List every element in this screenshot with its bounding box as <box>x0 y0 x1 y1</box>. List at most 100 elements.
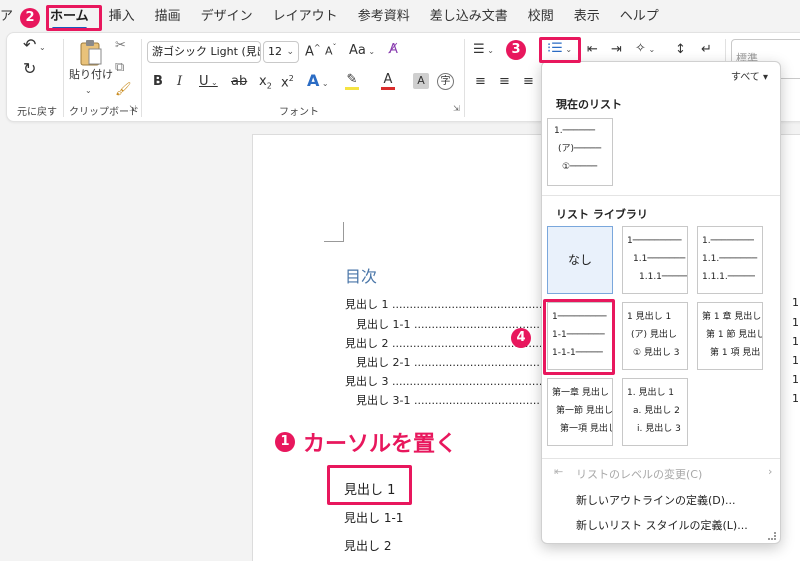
tab-review[interactable]: 校閲 <box>518 0 564 34</box>
font-size-value: 12 <box>268 45 282 58</box>
list-style-none-tile[interactable]: なし <box>547 226 613 294</box>
step-badge-1: 1 <box>275 432 295 452</box>
paste-label[interactable]: 貼り付け <box>69 69 113 80</box>
toc-entry[interactable]: 見出し 3 ..................................… <box>345 373 545 389</box>
redo-icon[interactable]: ↻ <box>23 61 36 77</box>
tile-text: 1 見出し 1 <box>627 312 672 322</box>
align-center-icon[interactable]: ≡ <box>499 75 510 88</box>
toc-entry-label: 見出し 1-1 <box>356 318 411 331</box>
tab-layout[interactable]: レイアウト <box>263 0 348 34</box>
undo-icon[interactable]: ↶ ⌄ <box>23 37 46 53</box>
tab-help[interactable]: ヘルプ <box>610 0 669 34</box>
toc-leader-dots: ........................................… <box>413 394 545 407</box>
change-level-icon: ⇤ <box>554 465 564 478</box>
increase-indent-icon[interactable]: ⇥ <box>611 43 622 56</box>
paste-chevron-icon[interactable]: ⌄ <box>85 83 92 96</box>
font-name-select[interactable]: 游ゴシック Light (見出し⌄ <box>147 41 261 63</box>
font-size-select[interactable]: 12 ⌄ <box>263 41 299 63</box>
enclose-char-icon[interactable]: 字 <box>437 73 454 90</box>
change-list-level-item[interactable]: リストのレベルの変更(C) <box>576 466 702 482</box>
list-style-tile[interactable]: 1.──────── 1.1.─────── 1.1.1.───── <box>697 226 763 294</box>
italic-icon[interactable]: I <box>177 75 182 88</box>
tab-references[interactable]: 参考資料 <box>348 0 420 34</box>
format-painter-icon[interactable]: 🖌 <box>115 83 132 96</box>
clipboard-icon <box>80 40 102 66</box>
copy-icon[interactable]: ⧉ <box>115 61 124 74</box>
character-shading-icon[interactable]: A <box>413 73 429 89</box>
tab-view[interactable]: 表示 <box>564 0 610 34</box>
define-list-style-item[interactable]: 新しいリスト スタイルの定義(L)... <box>576 517 748 533</box>
toc-page-number: 1 <box>792 354 799 367</box>
tile-text: 1.1 <box>633 254 648 264</box>
toc-leader-dots: ........................................… <box>392 375 545 388</box>
list-style-tile[interactable]: 第 1 章 見出し 第 1 節 見出し 第 1 項 見出し <box>697 302 763 370</box>
toc-entry[interactable]: 見出し 3-1 ................................… <box>356 392 545 408</box>
dialog-launcher-icon[interactable]: ⇲ <box>129 105 136 113</box>
list-style-tile[interactable]: 1───────── 1.1─────── 1.1.1───── <box>622 226 688 294</box>
bullets-icon[interactable]: ☰ ⌄ <box>473 43 494 56</box>
tile-text: (ア) <box>558 144 575 154</box>
tile-text: a. 見出し 2 <box>633 406 680 416</box>
sort-icon[interactable]: ↕ <box>675 43 686 56</box>
toc-title: 目次 <box>345 267 378 286</box>
highlight-box-cursor-target <box>327 465 412 505</box>
divider <box>63 39 64 117</box>
cut-icon[interactable]: ✂ <box>115 39 126 52</box>
callout-place-cursor: カーソルを置く <box>303 432 458 457</box>
paste-button[interactable] <box>75 39 105 70</box>
step-badge-3: 3 <box>506 40 526 60</box>
highlight-icon[interactable]: ✎ <box>345 73 359 90</box>
tile-text: (ア) 見出し <box>631 330 677 340</box>
list-style-tile[interactable]: 1. 見出し 1 a. 見出し 2 i. 見出し 3 <box>622 378 688 446</box>
toc-entry-label: 見出し 1 <box>345 298 389 311</box>
tile-text: 1. <box>554 126 563 136</box>
shrink-font-icon[interactable]: Aˇ <box>325 44 337 57</box>
grow-font-icon[interactable]: A^ <box>305 44 321 59</box>
font-dialog-launcher-icon[interactable]: ⇲ <box>453 105 460 113</box>
tab-design[interactable]: デザイン <box>191 0 263 34</box>
tab-mailings[interactable]: 差し込み文書 <box>420 0 518 34</box>
asian-layout-icon[interactable]: ✧ ⌄ <box>635 42 655 55</box>
toc-leader-dots: ........................................… <box>392 298 545 311</box>
toc-page-number: 1 <box>792 392 799 405</box>
tab-draw[interactable]: 描画 <box>145 0 191 34</box>
text-effects-icon[interactable]: A ⌄ <box>307 73 329 89</box>
list-style-tile[interactable]: 1 見出し 1 (ア) 見出し ① 見出し 3 <box>622 302 688 370</box>
resize-grip-icon[interactable] <box>768 532 776 540</box>
highlight-box-multilevel-button <box>539 37 581 63</box>
define-multilevel-item[interactable]: 新しいアウトラインの定義(D)... <box>576 492 736 508</box>
list-style-tile[interactable]: 第一章 見出し 第一節 見出し 第一項 見出し <box>547 378 613 446</box>
toc-entry[interactable]: 見出し 2-1 ................................… <box>356 354 545 370</box>
tile-text: i. 見出し 3 <box>637 424 681 434</box>
superscript-icon[interactable]: x2 <box>281 75 294 90</box>
align-left-icon[interactable]: ≡ <box>475 75 486 88</box>
tile-text: ① 見出し 3 <box>633 348 680 358</box>
divider <box>542 195 780 196</box>
menu-bar: ア ホーム 挿入 描画 デザイン レイアウト 参考資料 差し込み文書 校閲 表示… <box>0 0 800 34</box>
list-library-heading: リスト ライブラリ <box>556 208 648 221</box>
underline-icon[interactable]: U ⌄ <box>199 75 218 88</box>
align-right-icon[interactable]: ≡ <box>523 75 534 88</box>
clear-format-icon[interactable]: A̸ <box>389 43 398 56</box>
body-heading[interactable]: 見出し 2 <box>344 537 391 554</box>
subscript-icon[interactable]: x2 <box>259 75 272 91</box>
bold-icon[interactable]: B <box>153 75 163 88</box>
toc-leader-dots: ........................................… <box>413 356 545 369</box>
tile-text: 1.1.1 <box>639 272 662 282</box>
font-color-icon[interactable]: A <box>381 73 395 90</box>
strikethrough-icon[interactable]: ab <box>231 75 247 88</box>
chevron-right-icon: › <box>768 465 773 478</box>
divider <box>542 458 780 459</box>
highlight-box-home-tab <box>46 5 102 31</box>
tab-insert[interactable]: 挿入 <box>99 0 145 34</box>
tile-text: 1. 見出し 1 <box>627 388 675 398</box>
decrease-indent-icon[interactable]: ⇤ <box>587 43 598 56</box>
toc-entry-label: 見出し 3-1 <box>356 394 411 407</box>
show-marks-icon[interactable]: ↵ <box>701 43 712 56</box>
body-heading[interactable]: 見出し 1-1 <box>344 509 403 526</box>
change-case-button[interactable]: Aa ⌄ <box>349 44 375 57</box>
tile-text: ① <box>562 162 571 172</box>
filter-dropdown[interactable]: すべて ▾ <box>731 68 768 83</box>
toc-entry[interactable]: 見出し 1 ..................................… <box>345 296 545 312</box>
current-list-tile[interactable]: 1.────── (ア)───── ①───── <box>547 118 613 186</box>
